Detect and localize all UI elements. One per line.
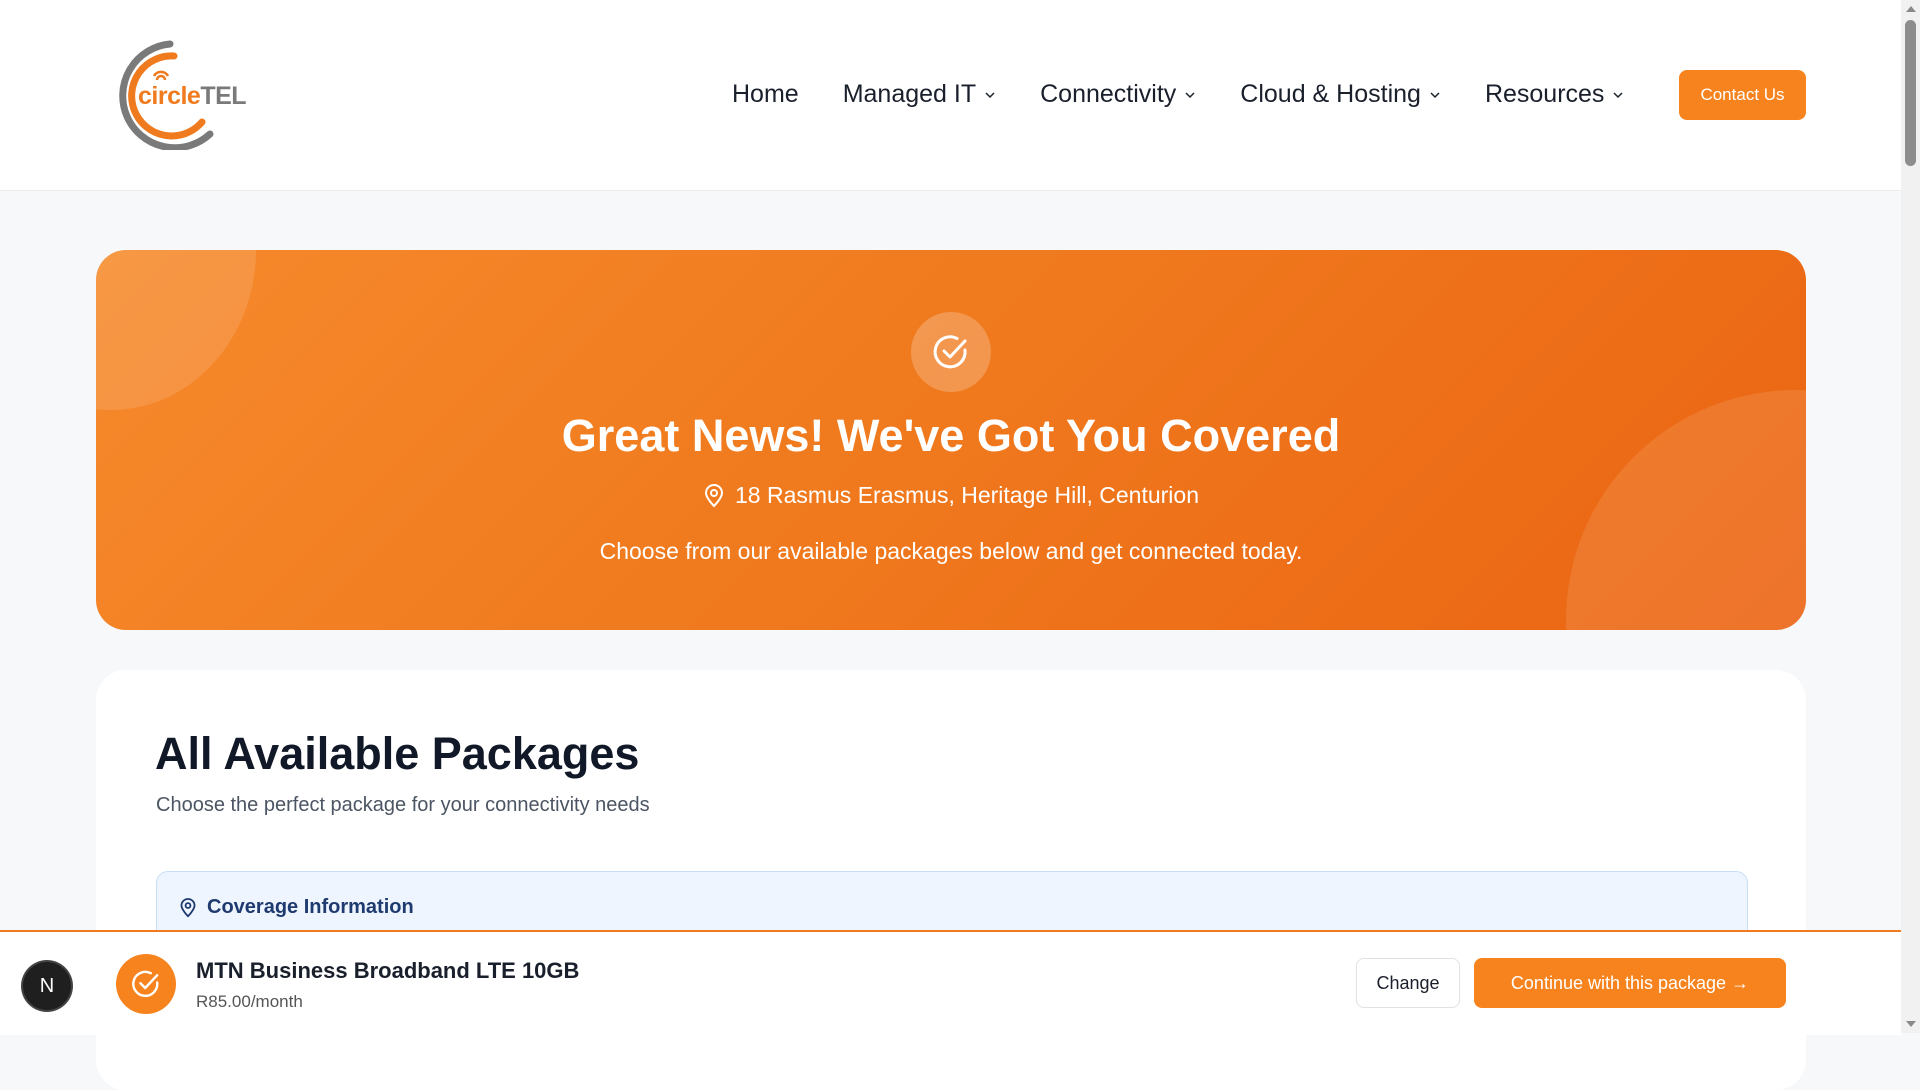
hero-decor-circle-top xyxy=(96,250,256,410)
coverage-info-heading: Coverage Information xyxy=(179,896,414,919)
nav-cloud-hosting-label: Cloud & Hosting xyxy=(1240,80,1421,108)
chevron-down-icon xyxy=(1613,91,1623,98)
page: circleTEL Home Managed IT Connectivity C… xyxy=(0,0,1901,1090)
map-pin-icon xyxy=(704,483,723,507)
logo-text-tel: TEL xyxy=(200,82,247,110)
hero-badge xyxy=(911,312,991,392)
map-pin-icon xyxy=(180,897,196,917)
main-nav: Home Managed IT Connectivity Cloud & Hos… xyxy=(732,80,1668,109)
nav-connectivity-label: Connectivity xyxy=(1040,80,1177,108)
nav-connectivity[interactable]: Connectivity xyxy=(1040,80,1196,109)
hero-title: Great News! We've Got You Covered xyxy=(561,410,1341,461)
packages-subtitle: Choose the perfect package for your conn… xyxy=(156,794,650,816)
nav-managed-it-label: Managed IT xyxy=(842,80,977,108)
check-circle-icon xyxy=(132,970,159,998)
change-package-button[interactable]: Change xyxy=(1356,958,1460,1008)
hero-address: 18 Rasmus Erasmus, Heritage Hill, Centur… xyxy=(96,482,1806,509)
chevron-down-icon xyxy=(1185,91,1195,98)
nav-home-label: Home xyxy=(732,80,799,108)
nav-resources[interactable]: Resources xyxy=(1485,80,1625,109)
dev-tools-badge[interactable]: N xyxy=(23,962,71,1010)
selected-package-price: R85.00/month xyxy=(196,992,303,1011)
page-scrollbar[interactable] xyxy=(1901,0,1920,1033)
chevron-down-icon xyxy=(1430,91,1440,98)
logo-wordmark: circleTEL xyxy=(138,82,247,111)
scrollbar-thumb[interactable] xyxy=(1905,20,1916,166)
site-header: circleTEL Home Managed IT Connectivity C… xyxy=(0,0,1901,191)
check-circle-icon xyxy=(933,335,967,369)
packages-title: All Available Packages xyxy=(155,728,640,779)
hero-subtitle: Choose from our available packages below… xyxy=(599,538,1303,564)
selected-package-name: MTN Business Broadband LTE 10GB xyxy=(196,958,580,983)
scroll-down-arrow-icon[interactable] xyxy=(1906,1021,1916,1027)
nav-managed-it[interactable]: Managed IT xyxy=(843,80,996,109)
contact-us-button[interactable]: Contact Us xyxy=(1679,70,1806,120)
continue-with-package-button[interactable]: Continue with this package → xyxy=(1474,958,1786,1008)
scroll-up-arrow-icon[interactable] xyxy=(1906,6,1916,12)
coverage-info-heading-text: Coverage Information xyxy=(207,896,414,918)
nav-home[interactable]: Home xyxy=(732,80,799,109)
selected-package-icon xyxy=(116,954,176,1014)
circletel-logo[interactable]: circleTEL xyxy=(98,36,248,152)
selected-package-bar: MTN Business Broadband LTE 10GB R85.00/m… xyxy=(0,930,1901,1035)
coverage-hero-banner: Great News! We've Got You Covered 18 Ras… xyxy=(96,250,1806,630)
chevron-down-icon xyxy=(985,91,995,98)
nav-cloud-hosting[interactable]: Cloud & Hosting xyxy=(1240,80,1441,109)
nav-resources-label: Resources xyxy=(1484,80,1605,108)
hero-address-text: 18 Rasmus Erasmus, Heritage Hill, Centur… xyxy=(734,482,1199,508)
logo-text-circle: circle xyxy=(138,82,201,110)
